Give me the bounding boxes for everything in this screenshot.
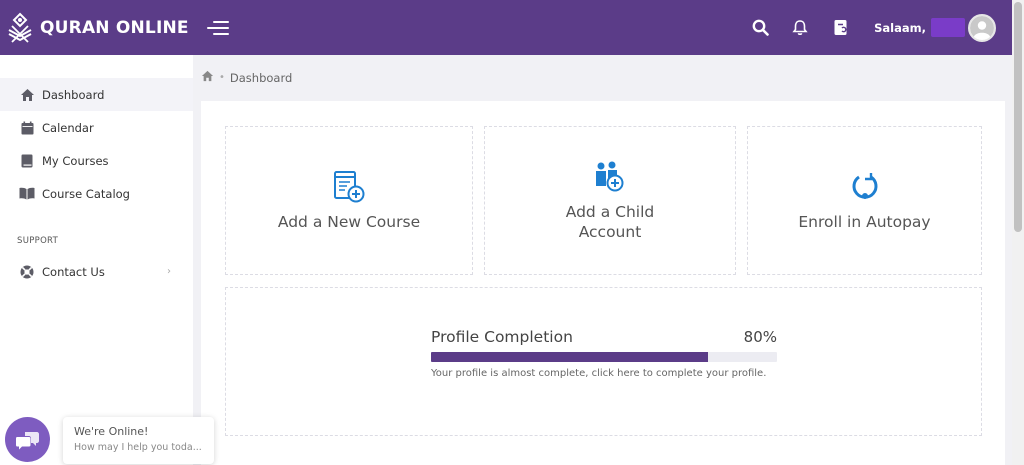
chat-bubble[interactable]: We're Online! How may I help you toda...	[63, 417, 214, 464]
sidebar-item-my-courses[interactable]: My Courses	[0, 144, 193, 177]
user-avatar[interactable]	[968, 13, 996, 42]
sidebar-item-calendar[interactable]: Calendar	[0, 111, 193, 144]
profile-completion-title: Profile Completion	[431, 328, 573, 346]
chat-subtitle: How may I help you toda...	[74, 442, 202, 453]
sidebar-item-course-catalog[interactable]: Course Catalog	[0, 177, 193, 210]
bell-icon[interactable]	[790, 18, 810, 38]
sidebar-item-label: My Courses	[42, 153, 109, 168]
brand[interactable]: QURAN ONLINE	[6, 12, 189, 44]
add-course-card[interactable]: Add a New Course	[225, 126, 473, 275]
greeting: Salaam,	[874, 20, 926, 35]
sidebar-item-label: Contact Us	[42, 264, 105, 279]
scrollbar-thumb[interactable]	[1014, 2, 1022, 232]
sidebar-item-dashboard[interactable]: Dashboard	[0, 78, 193, 111]
card-title: Enroll in Autopay	[798, 212, 931, 231]
profile-completion-percent: 80%	[743, 328, 777, 346]
sidebar: Dashboard Calendar My Courses Course Cat…	[0, 55, 193, 465]
home-icon	[19, 87, 35, 103]
sidebar-section-support: SUPPORT	[17, 236, 59, 246]
complete-profile-link[interactable]: Your profile is almost complete, click h…	[431, 368, 777, 379]
page-scrollbar[interactable]	[1012, 0, 1024, 465]
sidebar-item-label: Calendar	[42, 120, 94, 135]
profile-progress-fill	[431, 352, 708, 362]
breadcrumb-separator: •	[219, 72, 225, 83]
top-header: QURAN ONLINE Salaam,	[0, 0, 1012, 55]
quran-logo-icon	[8, 12, 32, 43]
lifebuoy-icon	[19, 264, 35, 280]
card-title: Add a Child Account	[565, 202, 655, 241]
open-book-icon	[19, 186, 35, 202]
menu-toggle-icon[interactable]	[206, 20, 229, 36]
breadcrumb-current: Dashboard	[229, 70, 293, 85]
chat-title: We're Online!	[74, 425, 149, 438]
chevron-right-icon: ›	[167, 266, 171, 277]
dashboard-panel: Add a New Course Add a Child Account Enr…	[201, 101, 1005, 465]
add-course-icon	[332, 170, 366, 204]
user-name-redacted	[931, 18, 965, 37]
card-title: Add a New Course	[277, 212, 421, 231]
autopay-icon	[848, 170, 882, 204]
sidebar-item-label: Course Catalog	[42, 186, 130, 201]
profile-progress-bar	[431, 352, 777, 362]
chat-icon	[15, 431, 39, 449]
book-icon	[19, 153, 35, 169]
brand-name: QURAN ONLINE	[40, 17, 189, 38]
sidebar-item-label: Dashboard	[42, 87, 105, 102]
chat-button[interactable]	[5, 417, 50, 462]
book-icon[interactable]	[830, 18, 850, 38]
profile-completion-card[interactable]: Profile Completion 80% Your profile is a…	[225, 287, 982, 436]
search-icon[interactable]	[750, 18, 770, 38]
add-child-icon	[593, 160, 627, 194]
autopay-card[interactable]: Enroll in Autopay	[747, 126, 982, 275]
breadcrumb: • Dashboard	[201, 70, 292, 85]
user-icon	[970, 15, 994, 40]
calendar-icon	[19, 120, 35, 136]
add-child-card[interactable]: Add a Child Account	[484, 126, 736, 275]
sidebar-item-contact-us[interactable]: Contact Us ›	[0, 255, 193, 288]
home-icon[interactable]	[201, 70, 214, 85]
